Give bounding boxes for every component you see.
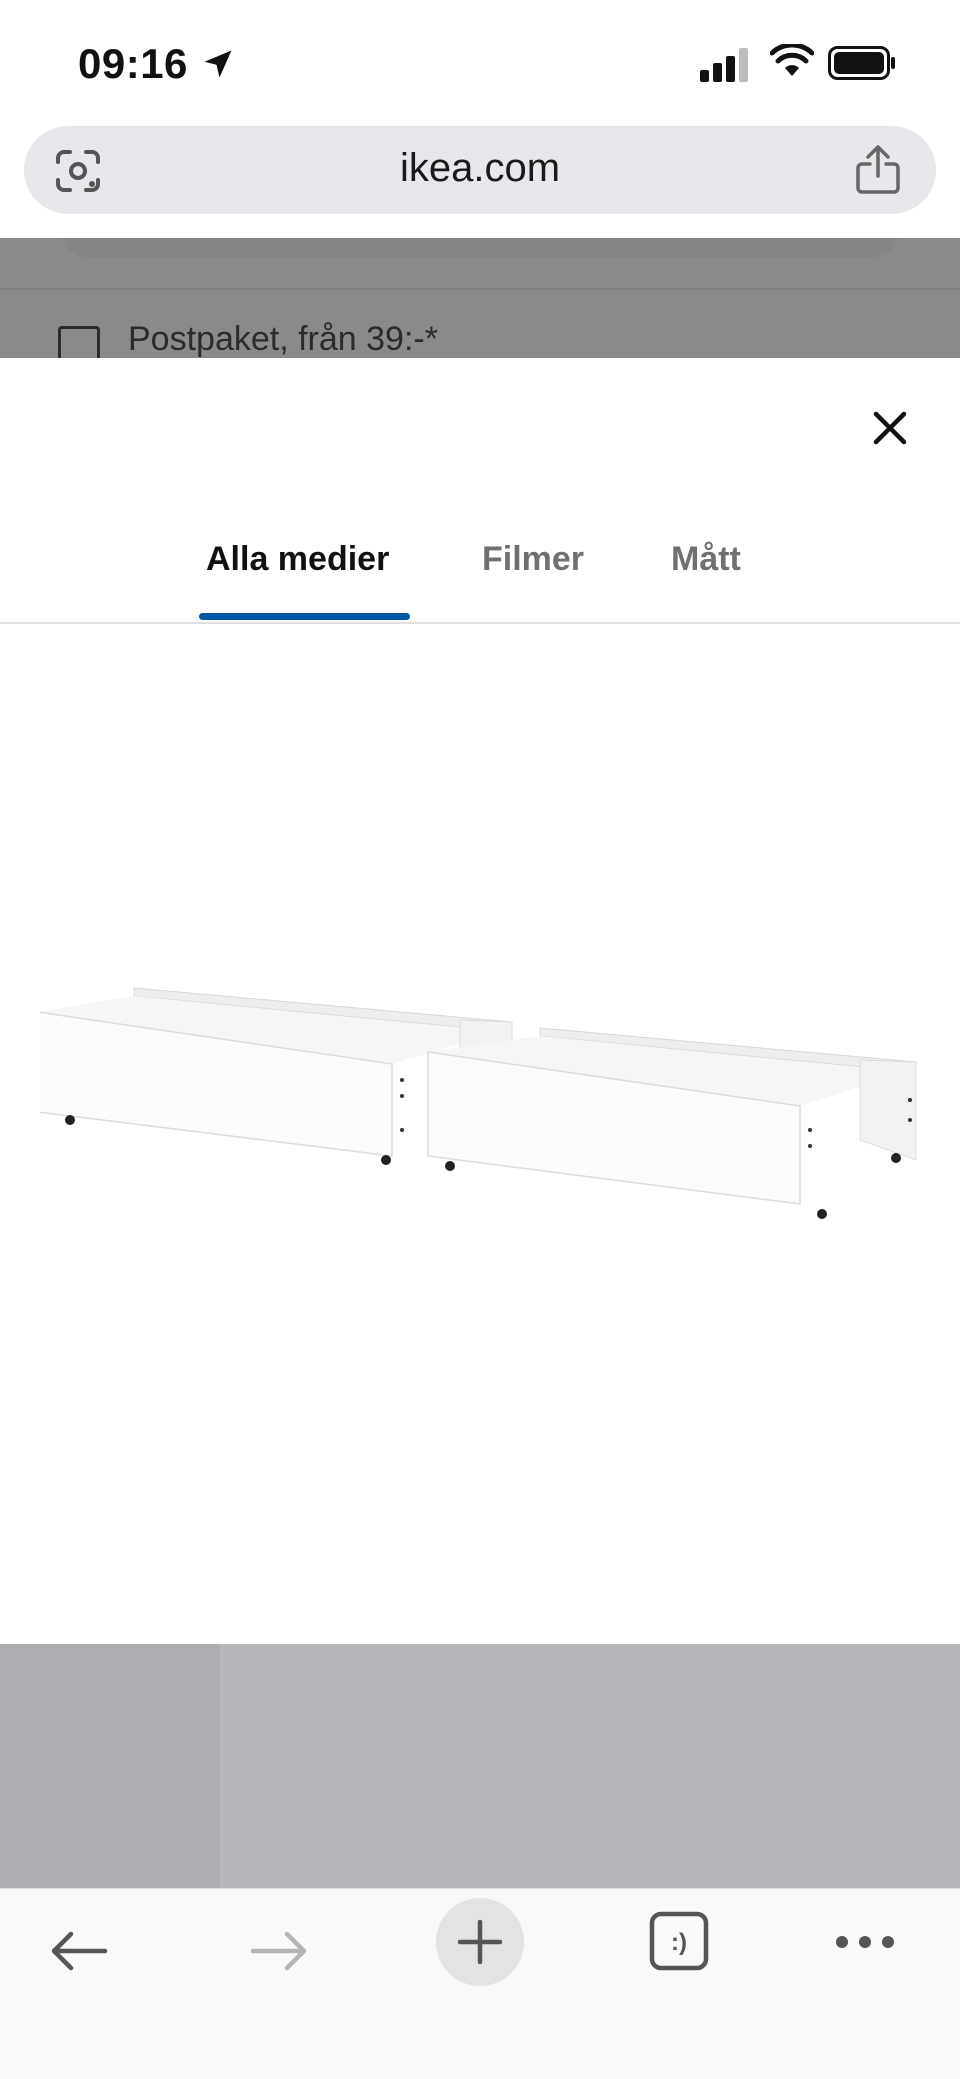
tab-switcher-button[interactable]: :) (648, 1910, 710, 1972)
status-bar: 09:16 (0, 0, 960, 124)
forward-button[interactable] (244, 1916, 314, 1986)
delivery-text: Postpaket, från 39:-* (128, 320, 438, 358)
next-media-preview[interactable] (0, 1644, 960, 1888)
close-icon (873, 411, 907, 445)
tab-switcher-glyph: :) (671, 1929, 687, 1956)
product-image-drawers[interactable] (40, 960, 920, 1240)
cellular-signal-icon (700, 48, 748, 82)
more-button[interactable] (830, 1922, 900, 1962)
back-button[interactable] (44, 1916, 114, 1986)
tab-videos[interactable]: Filmer (482, 540, 584, 579)
plus-icon (457, 1919, 503, 1965)
more-dots-icon (836, 1936, 894, 1948)
wifi-icon (770, 44, 814, 76)
google-lens-icon[interactable] (54, 148, 102, 194)
url-text[interactable]: ikea.com (24, 146, 936, 191)
location-arrow-icon (204, 50, 232, 78)
battery-icon (828, 46, 895, 80)
delivery-box-icon (58, 326, 100, 358)
background-divider (0, 288, 960, 290)
tab-all-media[interactable]: Alla medier (206, 540, 389, 579)
active-tab-indicator (199, 613, 410, 620)
forward-arrow-icon (250, 1931, 307, 1971)
background-page: Postpaket, från 39:-* (0, 238, 960, 358)
background-search-pill (60, 238, 900, 258)
close-button[interactable] (862, 400, 918, 456)
tab-dimensions[interactable]: Mått (671, 540, 741, 579)
share-icon[interactable] (854, 144, 902, 196)
back-arrow-icon (51, 1931, 108, 1971)
tab-switcher-icon: :) (649, 1911, 709, 1971)
media-tabs: Alla medier Filmer Mått (0, 512, 960, 624)
status-time: 09:16 (78, 40, 188, 87)
url-bar[interactable]: ikea.com (24, 126, 936, 214)
new-tab-button[interactable] (436, 1898, 524, 1986)
next-media-shadow (0, 1644, 220, 1888)
